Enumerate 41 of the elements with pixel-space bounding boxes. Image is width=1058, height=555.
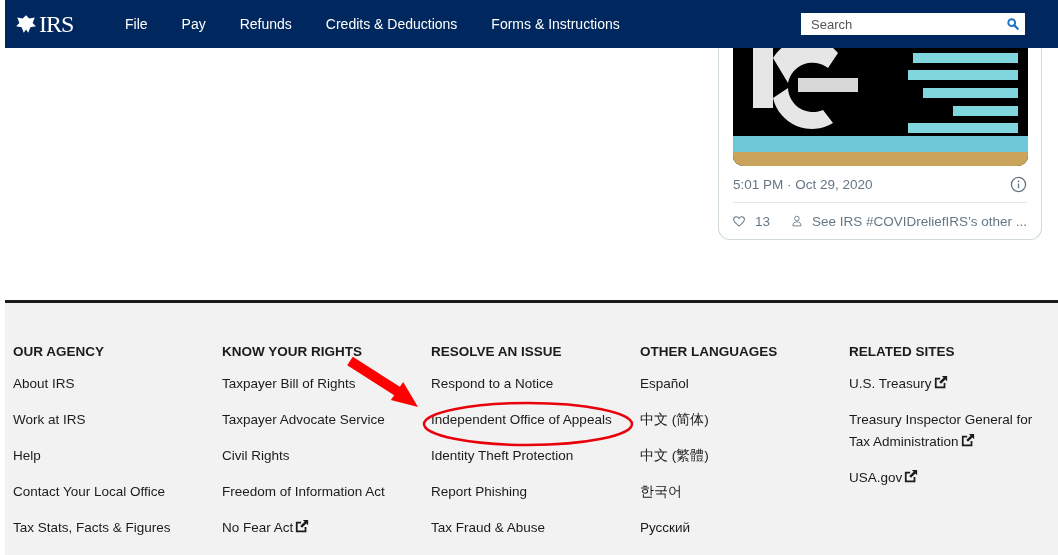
footer-link[interactable]: Civil Rights: [222, 445, 412, 467]
column-heading: RESOLVE AN ISSUE: [431, 343, 563, 361]
column-heading: OTHER LANGUAGES: [640, 343, 779, 361]
heart-icon[interactable]: [733, 213, 746, 229]
info-icon[interactable]: [1010, 175, 1027, 193]
footer-link[interactable]: Report Phishing: [431, 481, 621, 503]
footer-link[interactable]: Español: [640, 373, 830, 395]
tweet-time[interactable]: 5:01 PM · Oct 29, 2020: [733, 176, 873, 192]
like-count: 13: [755, 213, 771, 229]
column-heading: OUR AGENCY: [13, 343, 105, 361]
column-heading: KNOW YOUR RIGHTS: [222, 343, 363, 361]
footer-link[interactable]: Treasury Inspector General for Tax Administration: [849, 409, 1039, 453]
nav-link[interactable]: Forms & Instructions: [491, 16, 620, 32]
footer-link[interactable]: Tax Fraud & Abuse: [431, 517, 621, 539]
footer-link[interactable]: Identity Theft Protection: [431, 445, 621, 467]
footer-link[interactable]: 中文 (简体): [640, 409, 830, 431]
search-icon[interactable]: [1007, 18, 1019, 30]
footer-link[interactable]: Help: [13, 445, 203, 467]
footer-link[interactable]: Respond to a Notice: [431, 373, 621, 395]
nav-link[interactable]: Pay: [181, 16, 206, 32]
footer-link[interactable]: 中文 (繁體): [640, 445, 830, 467]
footer-link[interactable]: USA.gov: [849, 467, 1039, 489]
nav-link[interactable]: File: [125, 16, 148, 32]
footer-link[interactable]: Taxpayer Bill of Rights: [222, 373, 412, 395]
footer-link[interactable]: Tax Stats, Facts & Figures: [13, 517, 203, 539]
footer-link[interactable]: Work at IRS: [13, 409, 203, 431]
footer-link[interactable]: Freedom of Information Act: [222, 481, 412, 503]
footer-link[interactable]: U.S. Treasury: [849, 373, 1039, 395]
column-heading: RELATED SITES: [849, 343, 956, 361]
profile-link[interactable]: See IRS #COVIDreliefIRS’s other ...: [811, 213, 1027, 229]
footer-link[interactable]: No Fear Act: [222, 517, 412, 539]
footer-link[interactable]: About IRS: [13, 373, 203, 395]
logo-text[interactable]: IRS: [39, 10, 74, 38]
footer-link[interactable]: 한국어: [640, 481, 830, 503]
nav-link[interactable]: Refunds: [239, 16, 292, 32]
footer-link[interactable]: Contact Your Local Office: [13, 481, 203, 503]
footer-link[interactable]: Taxpayer Advocate Service: [222, 409, 412, 431]
person-icon[interactable]: [792, 213, 802, 229]
search-field[interactable]: Search: [801, 13, 1025, 35]
footer-link[interactable]: Русский: [640, 517, 830, 539]
nav-link[interactable]: Credits & Deductions: [325, 16, 458, 32]
